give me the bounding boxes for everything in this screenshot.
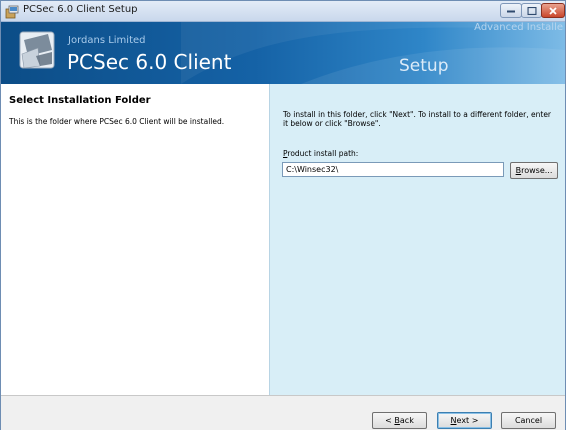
title-bar[interactable]: PCSec 6.0 Client Setup [1,1,565,22]
next-label: ext > [456,416,479,425]
instruction-text: To install in this folder, click "Next".… [283,110,552,128]
maximize-icon [527,6,536,15]
header-banner: Jordans Limited PCSec 6.0 Client Setup A… [1,22,565,84]
setup-label: Setup [399,56,449,76]
back-label: ack [399,416,414,425]
path-label-text: roduct install path: [287,149,359,158]
installer-watermark: Advanced Installe [474,22,563,33]
right-content-panel: To install in this folder, click "Next".… [269,84,565,395]
installer-app-icon [5,4,19,19]
product-path-label: Product install path: [283,149,358,158]
company-name: Jordans Limited [68,35,146,46]
close-icon [549,6,557,15]
product-path-input[interactable] [282,162,504,177]
back-button[interactable]: < Back [372,412,427,429]
product-name: PCSec 6.0 Client [67,50,232,74]
browse-button[interactable]: Browse... [510,162,558,179]
setup-window: PCSec 6.0 Client Setup Jordans Limited P… [0,0,566,430]
product-logo-icon [18,30,58,72]
footer-button-bar: < Back Next > Cancel [1,395,565,430]
browse-label: rowse... [521,166,553,175]
close-button[interactable] [541,3,565,18]
page-description: This is the folder where PCSec 6.0 Clien… [9,117,225,126]
minimize-icon [507,10,515,12]
cancel-button[interactable]: Cancel [501,412,556,429]
next-button[interactable]: Next > [437,412,492,429]
maximize-button[interactable] [521,3,542,18]
minimize-button[interactable] [500,3,522,18]
page-title: Select Installation Folder [9,95,151,106]
left-info-panel: Select Installation Folder This is the f… [1,84,269,395]
window-title: PCSec 6.0 Client Setup [23,4,138,15]
